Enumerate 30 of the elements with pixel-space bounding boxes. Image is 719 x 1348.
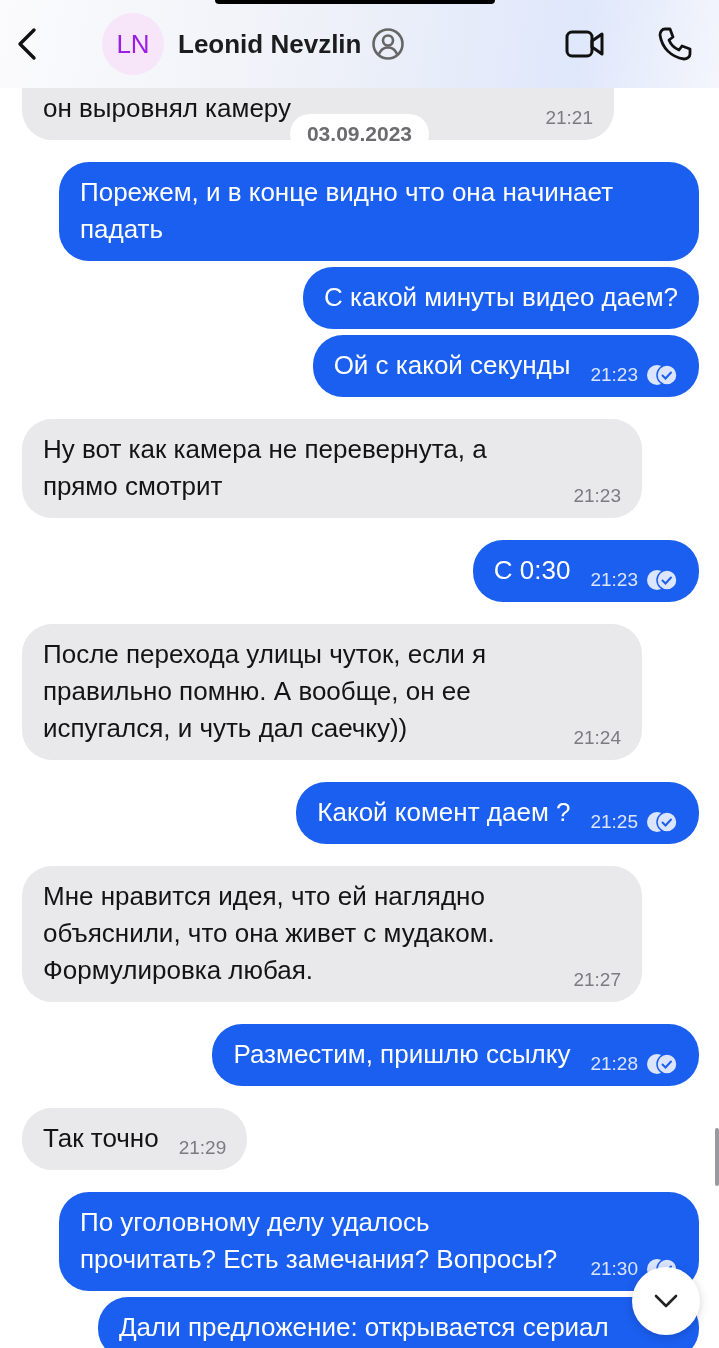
avatar[interactable]: LN (102, 13, 164, 75)
message-text: Какой комент даем ? (317, 796, 571, 829)
message-text: После перехода улицы чуток, если я правильно помню. А вообще, он ее испугался, и чуть дал саечку)) (43, 638, 488, 745)
message-time: 21:21 (545, 106, 593, 130)
message-text: Порежем, и в конце видно что она начинает падать (80, 176, 615, 246)
message-text: По уголовному делу удалось прочитать? Есть замечания? Вопросы? (80, 1206, 559, 1276)
message-time: 21:23 (573, 484, 621, 508)
message-time: 21:23 (590, 363, 638, 387)
message-time: 21:23 (590, 568, 638, 592)
message-time: 21:25 (590, 810, 638, 834)
profile-icon[interactable] (371, 27, 406, 61)
chevron-down-icon (653, 1293, 679, 1309)
contact-name[interactable]: Leonid Nevzlin (178, 28, 362, 60)
message-text: С какой минуты видео даем? (324, 281, 678, 314)
message-text: Так точно (43, 1122, 159, 1155)
message-text: Мне нравится идея, что ей наглядно объяснили, что она живет с мудаком. Формулировка любая. (43, 880, 496, 987)
video-call-button[interactable] (565, 29, 605, 59)
message-text: Разместим, пришлю ссылку (233, 1038, 571, 1071)
message-time: 21:27 (573, 968, 621, 992)
message-text: Дали предложение: открывается сериал (119, 1311, 609, 1344)
message-text: Ну вот как камера не перевернута, а прямо смотрит (43, 433, 488, 503)
message-time: 21:30 (590, 1257, 638, 1281)
scrollbar[interactable] (715, 1128, 719, 1186)
message-text: Ой с какой секунды (333, 349, 571, 382)
message-text: он выровнял камеру (43, 92, 291, 125)
message-time: 21:28 (590, 1052, 638, 1076)
message-time: 21:29 (178, 1136, 227, 1160)
phone-call-button[interactable] (657, 26, 693, 62)
message-text: С 0:30 (493, 554, 571, 587)
message-time: 21:24 (573, 726, 621, 750)
